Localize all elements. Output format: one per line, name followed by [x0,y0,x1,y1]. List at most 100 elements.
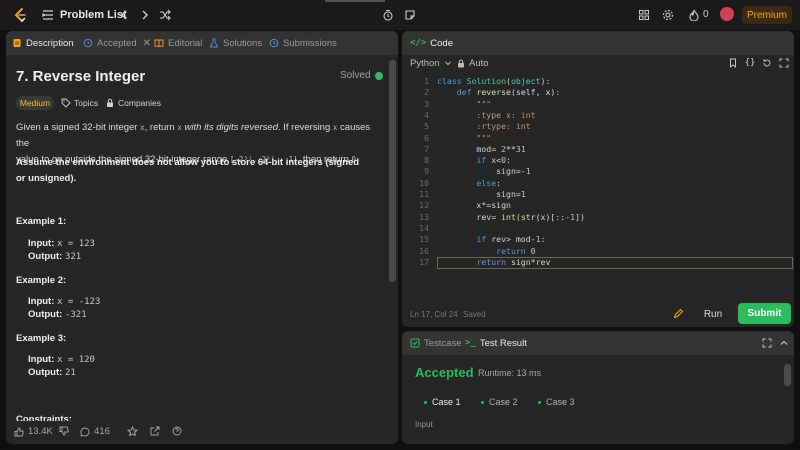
code-line[interactable]: 9 sign=-1 [405,166,791,177]
code-line[interactable]: 1 class Solution(object): [405,76,791,87]
case-1-tab[interactable]: Case 1 [424,395,461,409]
tab-solutions[interactable]: Solutions [209,36,262,50]
next-problem-icon[interactable] [137,7,153,23]
code-line[interactable]: 2 def reverse(self, x): [405,87,791,98]
auto-mode-toggle[interactable]: Auto [457,56,489,70]
example-3-input: Input: x = 120 [28,354,95,365]
code-text: sign=-1 [437,166,531,177]
notes-icon[interactable] [402,7,418,23]
code-line[interactable]: 10 else: [405,178,791,189]
layout-handle[interactable] [325,0,385,2]
code-line[interactable]: 15 if rev> mod-1: [405,234,791,245]
example-1-output: Output: 321 [28,251,82,262]
prev-problem-icon[interactable] [116,7,132,23]
user-avatar[interactable] [720,7,734,21]
code-text: x*=sign [437,200,511,211]
code-line[interactable]: 12 x*=sign [405,200,791,211]
example-3-output: Output: 21 [28,367,76,378]
code-line[interactable]: 14 [405,223,791,234]
timer-icon[interactable] [380,7,396,23]
save-status: Saved [463,310,486,319]
code-line[interactable]: 4 :type x: int [405,110,791,121]
line-number: 10 [419,177,429,188]
result-status: Accepted [415,365,474,380]
run-button[interactable]: Run [697,304,729,324]
code-line[interactable]: 16 return 0 [405,246,791,257]
companies-chip[interactable]: Companies [105,96,161,110]
premium-button[interactable]: Premium [742,6,792,24]
lock-icon [107,98,113,107]
format-braces-icon[interactable]: {} [742,55,758,71]
dislike-button[interactable] [59,426,69,436]
tab-accepted-label: Accepted [97,37,137,49]
terminal-icon: >_ [465,338,476,348]
constraints-title: Constraints: [16,414,72,421]
code-text: :rtype: int [437,121,531,132]
tab-submissions-label: Submissions [283,37,337,49]
tab-test-result[interactable]: >_ Test Result [465,336,527,350]
fullscreen-icon[interactable] [776,55,792,71]
tab-code[interactable]: </> Code [410,36,453,50]
tab-editorial[interactable]: Editorial [154,36,202,50]
tab-solutions-label: Solutions [223,37,263,49]
code-line[interactable]: 17 return sign*rev [405,256,793,269]
case-3-tab[interactable]: Case 3 [538,395,575,409]
code-text: def reverse(self, x): [456,87,561,98]
line-number: 14 [419,222,429,233]
language-label: Python [410,57,440,69]
code-line[interactable]: 7 mod= 2**31 [405,144,791,155]
expand-icon[interactable] [759,335,775,351]
code-text: """ [437,132,492,143]
code-editor[interactable]: 1 class Solution(object): 2 def reverse(se… [405,76,793,296]
pass-dot-icon [538,400,541,404]
close-tab-icon[interactable]: ✕ [143,38,151,49]
code-line[interactable]: 6 """ [405,133,791,144]
problem-list-icon[interactable] [40,7,56,23]
document-icon [13,39,21,47]
flask-icon [209,38,219,48]
code-text: rev= int(str(x)[::-1]) [437,211,585,222]
line-number: 4 [424,109,429,120]
topics-chip[interactable]: Topics [61,96,98,110]
like-count: 13.4K [28,426,53,437]
tab-testcase[interactable]: Testcase [410,336,462,350]
settings-gear-icon[interactable] [660,7,676,23]
language-select[interactable]: Python [410,56,452,70]
line-number: 15 [419,234,429,245]
code-line[interactable]: 13 rev= int(str(x)[::-1]) [405,212,791,223]
leetcode-logo-icon[interactable] [12,7,28,23]
tab-test-result-label: Test Result [479,337,527,349]
thumbs-down-icon [59,426,69,436]
shuffle-icon[interactable] [157,7,173,23]
bookmark-icon[interactable] [725,55,741,71]
like-button[interactable]: 13.4K [14,426,53,437]
tab-testcase-label: Testcase [424,337,462,349]
code-line[interactable]: 5 :rtype: int [405,121,791,132]
streak-flame-icon[interactable] [686,7,702,23]
comments-button[interactable]: 416 [80,426,110,437]
case-1-label: Case 1 [432,397,461,407]
tab-accepted[interactable]: Accepted ✕ [83,36,151,50]
example-3-title: Example 3: [16,333,67,344]
collapse-chevron-icon[interactable] [776,335,792,351]
line-number: 6 [424,132,429,143]
code-line[interactable]: 8 if x<0: [405,155,791,166]
reset-code-icon[interactable] [759,55,775,71]
result-scrollbar[interactable] [784,364,791,386]
description-scrollbar[interactable] [389,60,396,282]
favorite-button[interactable] [127,426,138,437]
submit-button[interactable]: Submit [738,303,791,324]
streak-count: 0 [703,9,709,20]
layout-grid-icon[interactable] [636,7,652,23]
example-2-output: Output: -321 [28,309,87,320]
tab-submissions[interactable]: Submissions [269,36,337,50]
line-number: 9 [424,166,429,177]
pencil-note-icon[interactable] [670,305,686,321]
code-line[interactable]: 11 sign=1 [405,189,791,200]
tab-description[interactable]: Description [12,36,74,50]
share-button[interactable] [150,426,160,436]
difficulty-badge[interactable]: Medium [16,96,54,110]
case-2-tab[interactable]: Case 2 [481,395,518,409]
help-button[interactable] [172,426,182,436]
code-line[interactable]: 3 """ [405,99,791,110]
